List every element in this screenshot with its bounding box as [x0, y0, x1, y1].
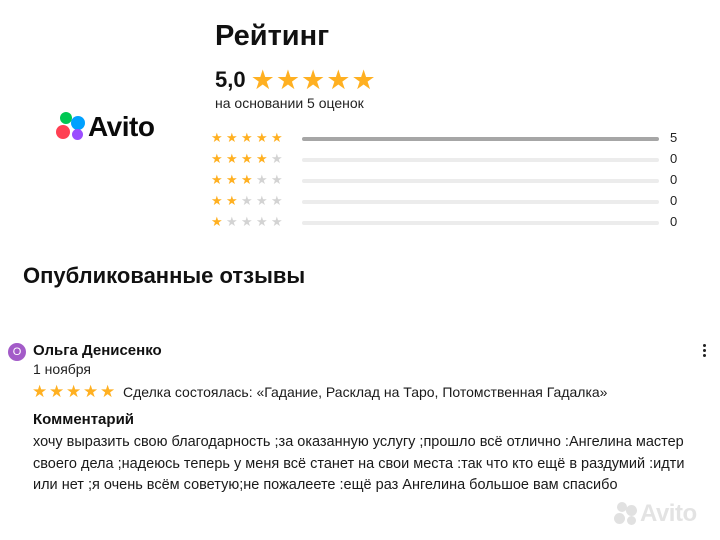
review-stars: ★ ★ ★ ★ ★ — [32, 382, 117, 402]
star-icon: ★ — [241, 214, 253, 229]
star-icon: ★ — [271, 214, 283, 229]
rating-score-row: 5,0 ★ ★ ★ ★ ★ — [215, 66, 377, 94]
star-icon: ★ — [351, 65, 376, 95]
avito-logo-text: Avito — [88, 111, 155, 142]
rating-row-bar — [302, 221, 659, 225]
star-icon: ★ — [226, 193, 238, 208]
star-icon: ★ — [226, 130, 238, 145]
rating-score: 5,0 — [215, 67, 246, 92]
star-icon: ★ — [271, 172, 283, 187]
star-icon: ★ — [66, 382, 82, 401]
rating-row-count: 5 — [670, 130, 678, 145]
review-date: 1 ноября — [33, 361, 92, 377]
rating-row-2: ★ ★ ★ ★ ★ 0 — [211, 192, 681, 213]
star-icon: ★ — [211, 172, 223, 187]
comment-line: хочу выразить свою благодарность ;за ока… — [33, 434, 684, 450]
star-icon: ★ — [256, 193, 268, 208]
star-icon: ★ — [271, 130, 283, 145]
star-icon: ★ — [226, 172, 238, 187]
rating-row-count: 0 — [670, 172, 678, 187]
avito-watermark: Avito — [614, 500, 697, 528]
star-icon: ★ — [100, 382, 116, 401]
star-icon: ★ — [83, 382, 99, 401]
rating-distribution: ★ ★ ★ ★ ★ 5 ★ ★ ★ ★ ★ 0 ★ ★ ★ ★ ★ 0 ★ ★ ★ ★ ★ 0 ★ ★ ★ ★ ★ 0 — [211, 129, 681, 234]
star-icon: ★ — [49, 382, 65, 401]
star-icon: ★ — [211, 214, 223, 229]
rating-row-stars: ★ ★ ★ ★ ★ — [211, 213, 286, 231]
rating-row-count: 0 — [670, 193, 678, 208]
star-icon: ★ — [32, 382, 48, 401]
star-icon: ★ — [241, 151, 253, 166]
star-icon: ★ — [256, 151, 268, 166]
rating-row-bar — [302, 179, 659, 183]
rating-row-5: ★ ★ ★ ★ ★ 5 — [211, 129, 681, 150]
star-icon: ★ — [256, 214, 268, 229]
rating-row-stars: ★ ★ ★ ★ ★ — [211, 150, 286, 168]
rating-row-stars: ★ ★ ★ ★ ★ — [211, 171, 286, 189]
star-icon: ★ — [241, 193, 253, 208]
star-icon: ★ — [211, 193, 223, 208]
rating-row-bar — [302, 158, 659, 162]
rating-row-bar-fill — [302, 137, 659, 141]
rating-row-4: ★ ★ ★ ★ ★ 0 — [211, 150, 681, 171]
rating-title: Рейтинг — [215, 20, 330, 52]
avatar[interactable]: О — [8, 343, 26, 361]
rating-row-1: ★ ★ ★ ★ ★ 0 — [211, 213, 681, 234]
rating-stars: ★ ★ ★ ★ ★ — [251, 66, 377, 94]
review-deal: Сделка состоялась: «Гадание, Расклад на … — [123, 384, 608, 400]
star-icon: ★ — [326, 65, 351, 95]
star-icon: ★ — [241, 130, 253, 145]
review-author[interactable]: Ольга Денисенко — [33, 342, 162, 359]
star-icon: ★ — [271, 193, 283, 208]
star-icon: ★ — [301, 65, 326, 95]
star-icon: ★ — [241, 172, 253, 187]
star-icon: ★ — [226, 151, 238, 166]
more-vertical-icon[interactable] — [696, 340, 712, 360]
comment-text: хочу выразить свою благодарность ;за ока… — [33, 432, 720, 497]
rating-row-count: 0 — [670, 151, 678, 166]
rating-basis: на основании 5 оценок — [215, 95, 364, 111]
comment-line: своего дела ;надеюсь теперь у меня всё с… — [33, 455, 685, 472]
rating-row-count: 0 — [670, 214, 678, 229]
avito-logo-icon — [56, 112, 86, 142]
avito-logo: Avito — [56, 112, 166, 142]
comment-label: Комментарий — [33, 411, 135, 428]
watermark-text: Avito — [640, 500, 697, 527]
star-icon: ★ — [250, 65, 275, 95]
star-icon: ★ — [226, 214, 238, 229]
rating-row-stars: ★ ★ ★ ★ ★ — [211, 192, 286, 210]
star-icon: ★ — [256, 130, 268, 145]
rating-row-stars: ★ ★ ★ ★ ★ — [211, 129, 286, 147]
rating-row-3: ★ ★ ★ ★ ★ 0 — [211, 171, 681, 192]
rating-row-bar — [302, 137, 659, 141]
rating-row-bar — [302, 200, 659, 204]
comment-line: или нет ;я очень всём советую;не пожалее… — [33, 477, 618, 493]
star-icon: ★ — [275, 65, 301, 95]
star-icon: ★ — [211, 130, 223, 145]
star-icon: ★ — [211, 151, 223, 166]
star-icon: ★ — [271, 151, 283, 166]
star-icon: ★ — [256, 172, 268, 187]
section-title-published-reviews: Опубликованные отзывы — [23, 263, 306, 288]
watermark-logo-icon — [614, 502, 638, 526]
